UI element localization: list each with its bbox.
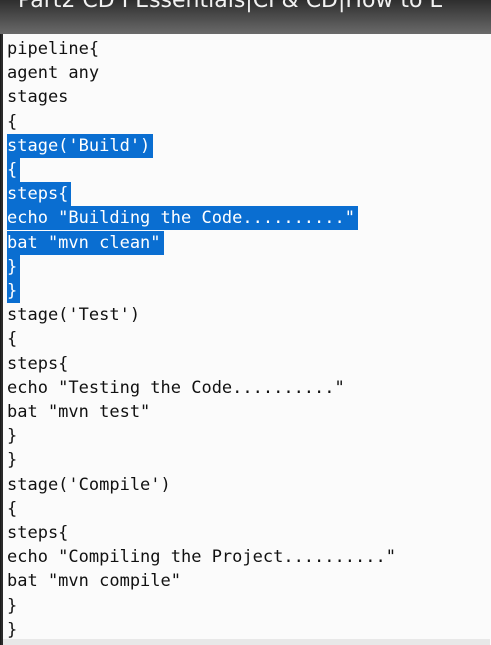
code-line-selected[interactable]: { (7, 158, 21, 182)
code-line-selected[interactable]: bat "mvn clean" (7, 230, 164, 255)
code-line[interactable]: agent any (7, 61, 99, 85)
code-line[interactable]: { (7, 497, 17, 521)
code-line[interactable]: pipeline{ (7, 37, 99, 61)
code-line[interactable]: { (7, 327, 17, 351)
code-line-selected[interactable]: } (7, 279, 21, 303)
code-line[interactable]: } (7, 448, 17, 472)
code-line[interactable]: stage('Test') (7, 303, 140, 327)
video-title: Part2 CD I Essentials|CI & CD|How to E (18, 0, 444, 13)
code-line[interactable]: } (7, 594, 17, 618)
code-line[interactable]: echo "Testing the Code.........." (7, 376, 345, 400)
code-line-selected[interactable]: echo "Building the Code.........." (7, 206, 358, 231)
video-title-bar: Part2 CD I Essentials|CI & CD|How to E (0, 0, 491, 34)
code-line[interactable]: } (7, 618, 17, 642)
code-line-selected[interactable]: stage('Build') (7, 133, 154, 158)
code-line[interactable]: bat "mvn test" (7, 400, 150, 424)
horizontal-scrollbar[interactable] (3, 639, 490, 645)
code-line[interactable]: stages (7, 85, 68, 109)
code-line[interactable]: bat "mvn compile" (7, 569, 181, 593)
code-line-selected[interactable]: steps{ (7, 182, 72, 207)
code-line-selected[interactable]: } (7, 254, 21, 279)
code-editor[interactable]: pipeline{agent any stages{stage('Build'){… (1, 34, 491, 645)
code-line[interactable]: steps{ (7, 521, 68, 545)
code-line[interactable]: steps{ (7, 352, 68, 376)
code-line[interactable]: echo "Compiling the Project.........." (7, 545, 396, 569)
code-line[interactable]: { (7, 110, 17, 134)
code-line[interactable]: } (7, 424, 17, 448)
editor-left-border (1, 34, 3, 645)
code-line[interactable]: stage('Compile') (7, 473, 171, 497)
